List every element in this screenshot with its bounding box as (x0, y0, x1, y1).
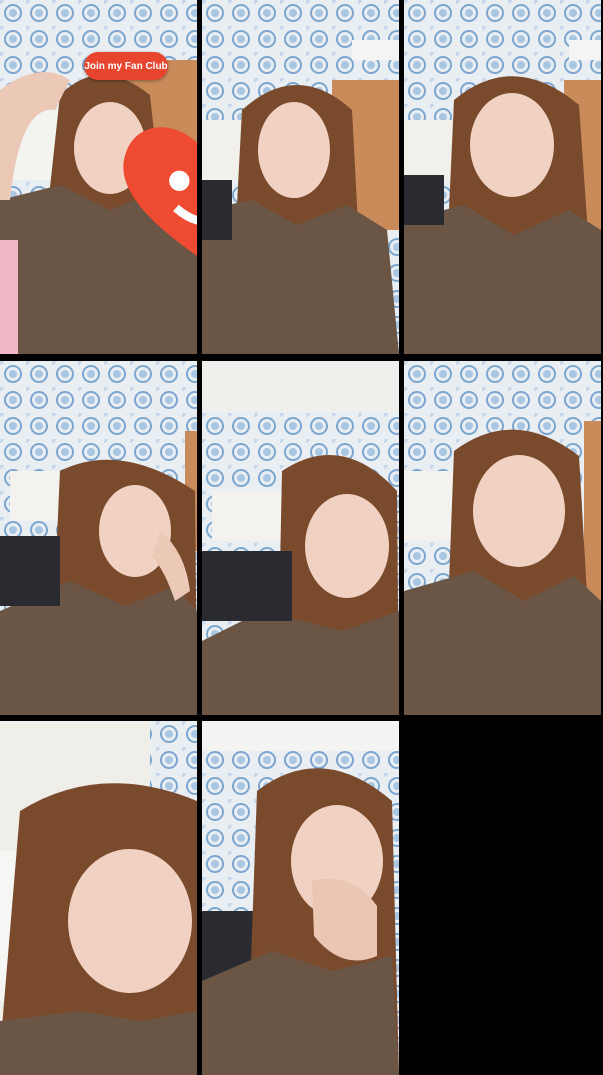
empty-tile (404, 721, 601, 1075)
video-tile-3[interactable] (404, 0, 601, 354)
fan-club-button[interactable]: Join my Fan Club (84, 52, 168, 80)
video-tile-1[interactable]: Join my Fan Club (0, 0, 197, 354)
video-tile-4[interactable] (0, 361, 197, 715)
video-tile-5[interactable] (202, 361, 399, 715)
video-grid: Join my Fan Club (0, 0, 603, 1075)
video-tile-2[interactable] (202, 0, 399, 354)
video-tile-7[interactable] (0, 721, 197, 1075)
video-tile-8[interactable] (202, 721, 399, 1075)
video-tile-6[interactable] (404, 361, 601, 715)
